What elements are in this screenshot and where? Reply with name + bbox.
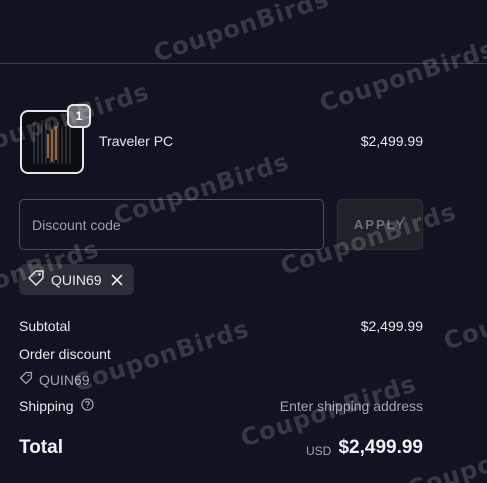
watermark: CouponBirds: [316, 34, 487, 118]
checkout-order-summary: 1 Traveler PC $2,499.99 APPLY QUIN69 Sub…: [0, 0, 487, 483]
applied-code-label: QUIN69: [51, 271, 102, 288]
apply-discount-button[interactable]: APPLY: [337, 199, 423, 250]
remove-discount-button[interactable]: [108, 271, 126, 289]
subtotal-value: $2,499.99: [360, 318, 423, 334]
top-divider: [0, 63, 487, 64]
tag-icon: [27, 269, 45, 290]
product-price: $2,499.99: [360, 133, 423, 149]
watermark: CouponBirds: [440, 272, 487, 356]
order-discount-code: QUIN69: [19, 371, 90, 388]
total-value: $2,499.99: [338, 437, 423, 458]
shipping-label: Shipping: [19, 398, 74, 414]
total-currency: USD: [306, 444, 332, 458]
order-discount-code-text: QUIN69: [39, 371, 90, 388]
close-icon: [111, 273, 123, 286]
help-circle-icon[interactable]: [80, 398, 94, 414]
product-name: Traveler PC: [99, 133, 174, 149]
order-discount-label: Order discount: [19, 346, 111, 362]
quantity-badge: 1: [67, 104, 91, 128]
discount-code-input[interactable]: [19, 199, 324, 250]
watermark: CouponBirds: [150, 0, 333, 68]
shipping-value: Enter shipping address: [279, 398, 423, 414]
applied-discount-tag: QUIN69: [19, 264, 134, 295]
tag-icon: [19, 371, 33, 388]
shipping-row: Shipping: [19, 398, 94, 414]
subtotal-label: Subtotal: [19, 318, 71, 334]
total-label: Total: [19, 437, 63, 458]
